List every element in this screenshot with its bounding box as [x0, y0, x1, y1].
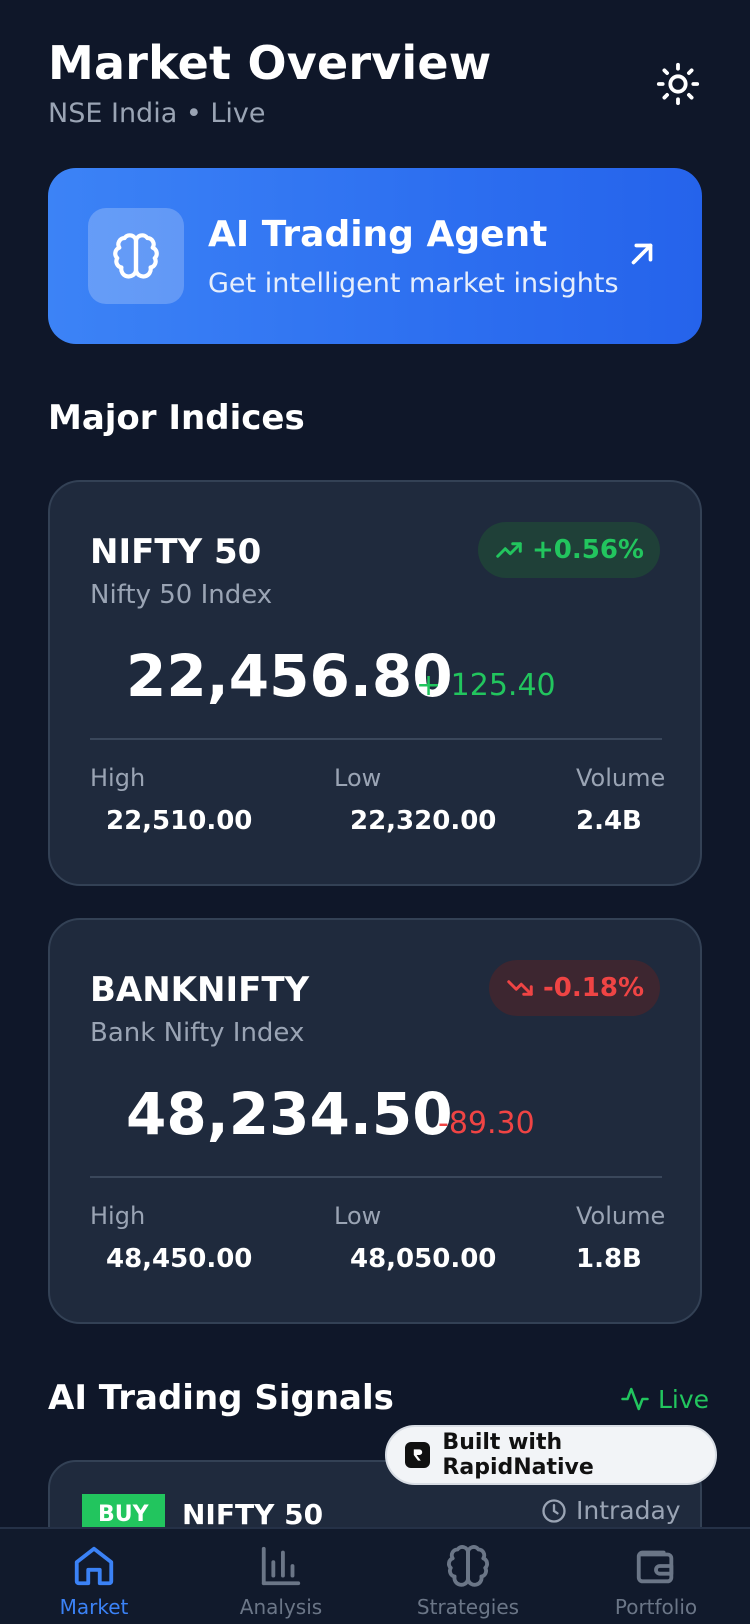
ai-banner-subtitle: Get intelligent market insights — [208, 268, 619, 299]
ai-signals-heading: AI Trading Signals — [48, 1378, 394, 1418]
major-indices-heading: Major Indices — [48, 398, 305, 438]
bar-chart-icon — [261, 1546, 301, 1586]
nav-label: Portfolio — [614, 1595, 698, 1619]
index-change: + 125.40 — [416, 668, 556, 703]
index-full-name: Bank Nifty Index — [90, 1018, 305, 1048]
index-name: BANKNIFTY — [90, 970, 310, 1010]
brain-icon — [447, 1545, 489, 1587]
trending-up-icon — [496, 542, 522, 558]
market-overview-screen: Market Overview NSE India • Live AI Trad… — [0, 0, 750, 1624]
index-price: 22,456.80 — [126, 642, 453, 710]
volume-value: 2.4B — [576, 806, 642, 836]
ai-trading-agent-banner[interactable]: AI Trading Agent Get intelligent market … — [48, 168, 702, 344]
index-price: 48,234.50 — [126, 1080, 453, 1148]
bottom-navigation: Market Analysis Strategies Portfolio — [0, 1527, 750, 1624]
nav-item-portfolio[interactable]: Portfolio — [586, 1543, 726, 1619]
sun-icon — [656, 62, 700, 106]
low-value: 22,320.00 — [350, 806, 497, 836]
index-change: -89.30 — [438, 1106, 535, 1141]
activity-icon — [621, 1387, 649, 1411]
high-label: High — [90, 764, 146, 792]
high-value: 48,450.00 — [106, 1244, 253, 1274]
built-with-rapidnative-badge[interactable]: Built with RapidNative — [385, 1425, 717, 1485]
page-title: Market Overview — [48, 36, 492, 90]
index-full-name: Nifty 50 Index — [90, 580, 273, 610]
home-icon — [74, 1546, 114, 1586]
low-label: Low — [334, 1202, 382, 1230]
ai-icon-container — [88, 208, 184, 304]
live-indicator: Live — [620, 1384, 709, 1414]
divider — [90, 1176, 662, 1178]
change-badge: +0.56% — [478, 522, 660, 578]
nav-item-analysis[interactable]: Analysis — [211, 1543, 351, 1619]
clock-icon — [542, 1498, 566, 1523]
brain-icon — [113, 233, 159, 279]
index-card-nifty50[interactable]: NIFTY 50 Nifty 50 Index +0.56% 22,456.80… — [48, 480, 702, 886]
volume-value: 1.8B — [576, 1244, 642, 1274]
index-card-banknifty[interactable]: BANKNIFTY Bank Nifty Index -0.18% 48,234… — [48, 918, 702, 1324]
high-value: 22,510.00 — [106, 806, 253, 836]
volume-label: Volume — [576, 1202, 666, 1230]
built-with-label: Built with RapidNative — [442, 1430, 594, 1480]
nav-label: Market — [59, 1595, 129, 1619]
low-label: Low — [334, 764, 382, 792]
nav-label: Analysis — [239, 1595, 323, 1619]
page-subtitle: NSE India • Live — [48, 98, 266, 129]
change-percent: -0.18% — [543, 973, 644, 1003]
low-value: 48,050.00 — [350, 1244, 497, 1274]
ai-banner-title: AI Trading Agent — [208, 214, 548, 255]
timeframe-label: Intraday — [576, 1496, 681, 1525]
nav-item-market[interactable]: Market — [24, 1543, 164, 1619]
arrow-up-right-icon — [620, 232, 664, 276]
live-label: Live — [658, 1384, 710, 1414]
theme-toggle-button[interactable] — [652, 58, 704, 110]
divider — [90, 738, 662, 740]
signal-timeframe: Intraday — [540, 1496, 681, 1525]
rapidnative-logo-icon — [405, 1442, 431, 1468]
index-name: NIFTY 50 — [90, 532, 262, 572]
trending-down-icon — [507, 980, 533, 996]
change-percent: +0.56% — [532, 535, 644, 565]
high-label: High — [90, 1202, 146, 1230]
nav-item-strategies[interactable]: Strategies — [398, 1543, 538, 1619]
wallet-icon — [636, 1550, 674, 1584]
change-badge: -0.18% — [489, 960, 660, 1016]
nav-label: Strategies — [416, 1595, 520, 1619]
volume-label: Volume — [576, 764, 666, 792]
